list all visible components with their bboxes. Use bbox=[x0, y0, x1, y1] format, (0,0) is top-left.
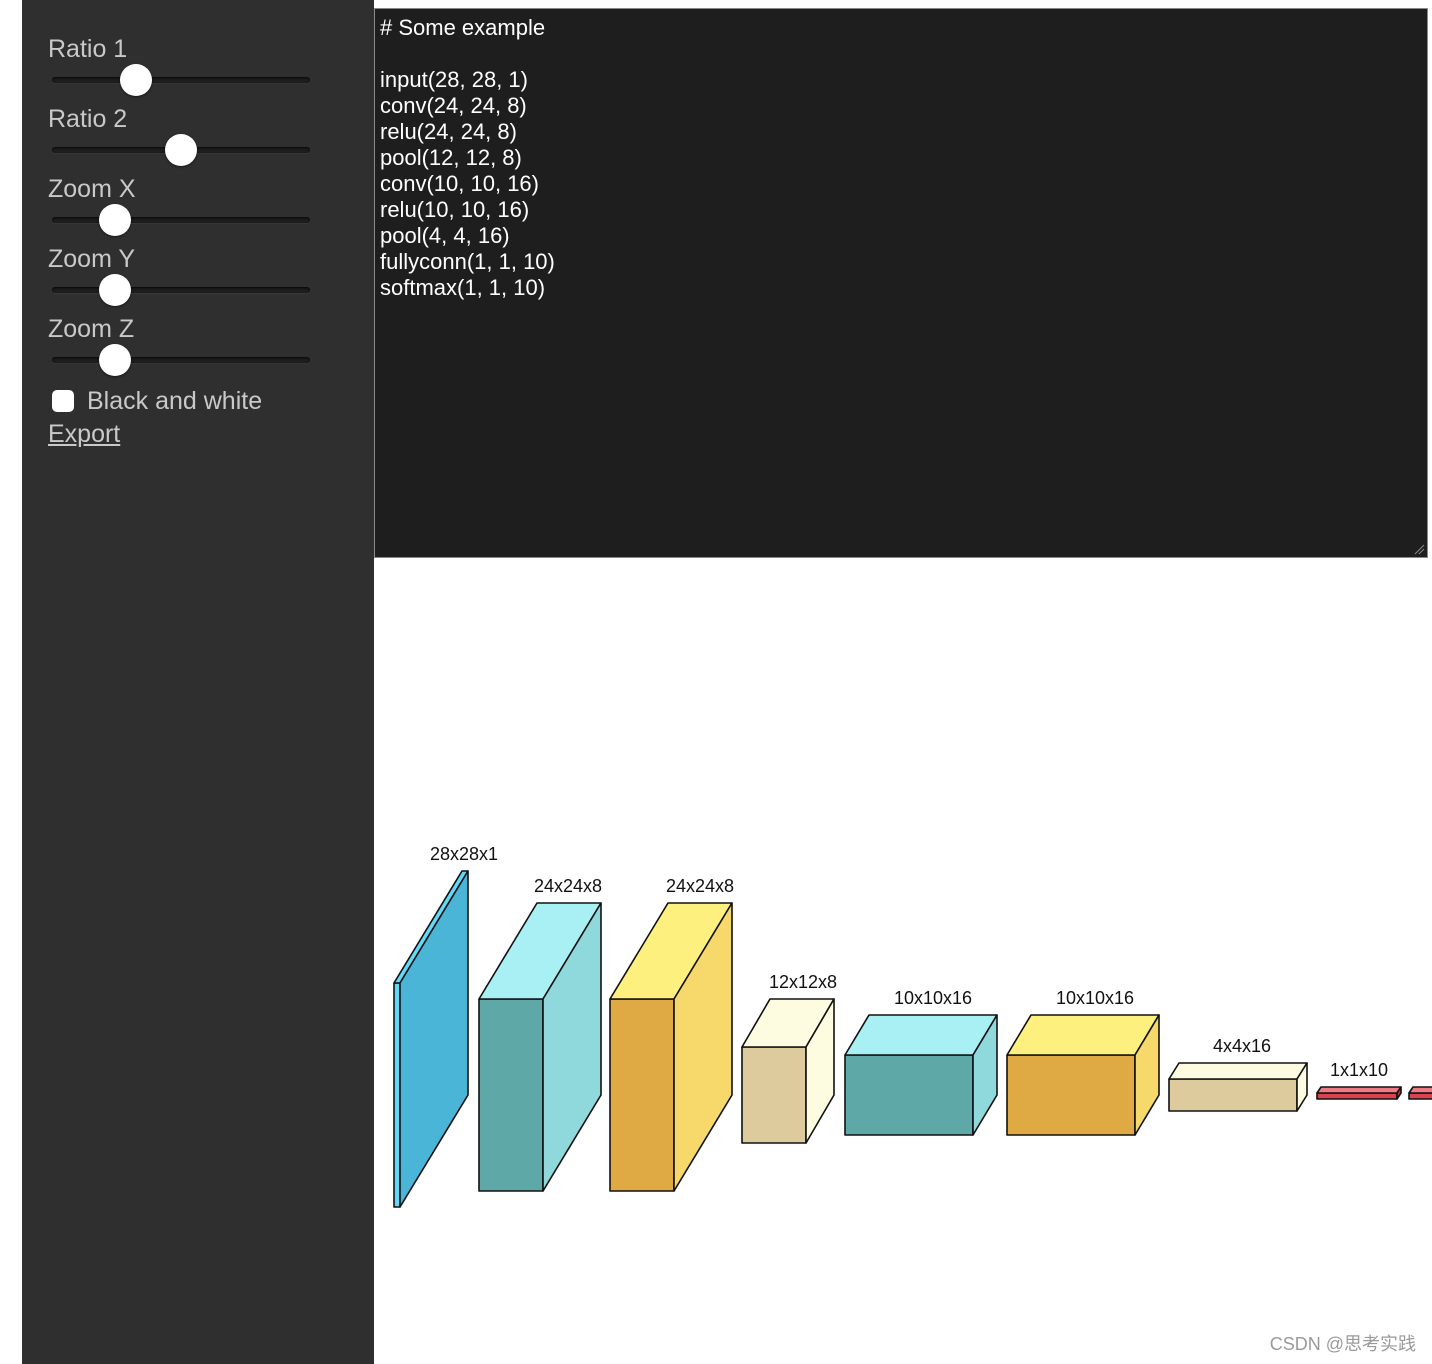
layers-group: 28x28x1 24x24x8 24x24x8 12x12x8 10x10x16 10x1… bbox=[393, 844, 1432, 1208]
layer-front-face bbox=[1408, 1092, 1432, 1100]
layer-box: 24x24x8 bbox=[478, 876, 602, 1192]
zoom-x-slider[interactable] bbox=[52, 204, 310, 236]
layer-front-face bbox=[844, 1054, 974, 1136]
layer-box: 10x10x16 bbox=[1006, 988, 1160, 1136]
resize-grip-icon[interactable] bbox=[1413, 543, 1425, 555]
layer-front-face bbox=[1006, 1054, 1136, 1136]
layer-label: 10x10x16 bbox=[1056, 988, 1134, 1008]
layer-label: 24x24x8 bbox=[534, 876, 602, 896]
layer-box: 4x4x16 bbox=[1168, 1036, 1308, 1112]
ratio-1-slider[interactable] bbox=[52, 64, 310, 96]
layer-top-face bbox=[1316, 1086, 1402, 1094]
zoom-z-label: Zoom Z bbox=[48, 315, 135, 343]
layer-label: 24x24x8 bbox=[666, 876, 734, 896]
zoom-x-label: Zoom X bbox=[48, 175, 136, 203]
layer-top-face bbox=[1168, 1062, 1308, 1080]
ratio-2-label: Ratio 2 bbox=[48, 105, 128, 133]
zoom-z-slider[interactable] bbox=[52, 344, 310, 376]
layer-top-face bbox=[1006, 1014, 1160, 1056]
layer-box: 1x1x10 bbox=[1316, 1060, 1402, 1100]
ratio-1-label: Ratio 1 bbox=[48, 35, 128, 63]
layer-label: 4x4x16 bbox=[1213, 1036, 1271, 1056]
zoom-z-slider-thumb[interactable] bbox=[99, 344, 132, 376]
watermark: CSDN @思考实践 bbox=[1269, 1334, 1416, 1354]
layer-front-face bbox=[478, 998, 544, 1192]
layer-label: 28x28x1 bbox=[430, 844, 498, 864]
black-and-white-label: Black and white bbox=[87, 386, 263, 415]
ratio-1-slider-thumb[interactable] bbox=[119, 64, 152, 96]
layer-label: 12x12x8 bbox=[769, 972, 837, 992]
layer-front-face bbox=[1168, 1078, 1298, 1112]
layer-front-face bbox=[1316, 1092, 1398, 1100]
layer-box: 10x10x16 bbox=[844, 988, 998, 1136]
layer-box: 12x12x8 bbox=[741, 972, 837, 1144]
zoom-x-slider-thumb[interactable] bbox=[99, 204, 132, 236]
layer-label: 1x1x10 bbox=[1330, 1060, 1388, 1080]
black-and-white-checkbox[interactable] bbox=[52, 390, 74, 412]
ratio-2-slider-thumb[interactable] bbox=[165, 134, 197, 166]
zoom-y-slider[interactable] bbox=[52, 274, 310, 306]
layer-top-face bbox=[1408, 1086, 1432, 1094]
layer-box: 24x24x8 bbox=[609, 876, 734, 1192]
black-and-white-option[interactable]: Black and white bbox=[52, 384, 262, 418]
zoom-y-label: Zoom Y bbox=[48, 245, 136, 273]
layer-box bbox=[1408, 1086, 1432, 1100]
layer-label: 10x10x16 bbox=[894, 988, 972, 1008]
network-diagram: 28x28x1 24x24x8 24x24x8 12x12x8 10x10x16 10x1… bbox=[393, 844, 1432, 1208]
ratio-2-slider[interactable] bbox=[52, 134, 310, 166]
layer-front-face bbox=[609, 998, 675, 1192]
page-margin bbox=[0, 0, 22, 1364]
layer-front-face bbox=[393, 982, 401, 1208]
code-editor-text[interactable]: # Some example input(28, 28, 1) conv(24,… bbox=[375, 9, 1427, 301]
zoom-y-slider-thumb[interactable] bbox=[99, 274, 132, 306]
export-link[interactable]: Export bbox=[48, 420, 120, 449]
layer-top-face bbox=[844, 1014, 998, 1056]
code-editor[interactable]: # Some example input(28, 28, 1) conv(24,… bbox=[374, 8, 1428, 558]
controls-sidebar: Ratio 1 Ratio 2 Zoom X Zoom Y Zoom Z Bla… bbox=[22, 0, 374, 1364]
layer-front-face bbox=[741, 1046, 807, 1144]
